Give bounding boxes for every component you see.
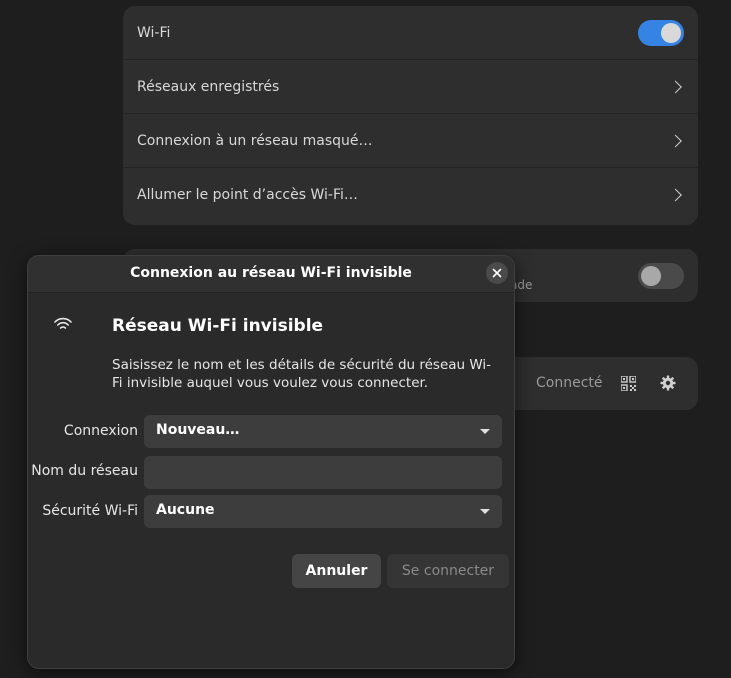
dialog-description: Saisissez le nom et les détails de sécur… [112,357,492,391]
switch-knob [661,22,681,43]
chevron-right-icon [669,80,682,93]
network-name-label: Nom du réseau [31,463,138,479]
dropdown-arrow-icon [480,429,490,434]
security-label: Sécurité Wi-Fi [42,503,138,519]
close-button[interactable] [486,262,508,284]
hidden-network-row[interactable]: Connexion à un réseau masqué… [123,114,698,168]
connection-value: Nouveau… [156,422,240,438]
wifi-toggle-row[interactable]: Wi-Fi [123,6,698,60]
wifi-label: Wi-Fi [137,24,171,41]
chevron-right-icon [669,188,682,202]
cancel-button[interactable]: Annuler [292,554,381,588]
saved-networks-label: Réseaux enregistrés [137,78,280,95]
connection-select[interactable]: Nouveau… [144,415,502,448]
switch-knob [641,265,661,286]
airplane-mode-switch[interactable] [638,262,684,289]
connection-label: Connexion [63,423,138,439]
network-name-input[interactable] [144,456,502,489]
hidden-network-label: Connexion à un réseau masqué… [137,132,373,149]
connection-status: Connecté [536,375,603,391]
wifi-switch[interactable] [638,19,684,46]
security-value: Aucune [156,502,215,518]
saved-networks-row[interactable]: Réseaux enregistrés [123,60,698,114]
dialog-heading: Réseau Wi-Fi invisible [112,316,324,336]
dropdown-arrow-icon [480,509,490,514]
hidden-wifi-dialog: Connexion au réseau Wi-Fi invisible Rése… [27,255,515,669]
close-icon [492,268,502,278]
dialog-title: Connexion au réseau Wi-Fi invisible [130,265,412,281]
dialog-body: Réseau Wi-Fi invisible Saisissez le nom … [28,293,514,668]
wifi-settings-card: Wi-Fi Réseaux enregistrés Connexion à un… [123,6,698,225]
qr-code-icon[interactable] [616,371,640,395]
hotspot-label: Allumer le point d’accès Wi-Fi… [137,187,358,203]
security-select[interactable]: Aucune [144,495,502,528]
chevron-right-icon [669,134,682,147]
wifi-icon [54,317,72,335]
gear-icon[interactable] [656,371,680,395]
dialog-header: Connexion au réseau Wi-Fi invisible [28,256,514,293]
connect-button[interactable]: Se connecter [387,554,509,588]
hotspot-row[interactable]: Allumer le point d’accès Wi-Fi… [123,168,698,222]
